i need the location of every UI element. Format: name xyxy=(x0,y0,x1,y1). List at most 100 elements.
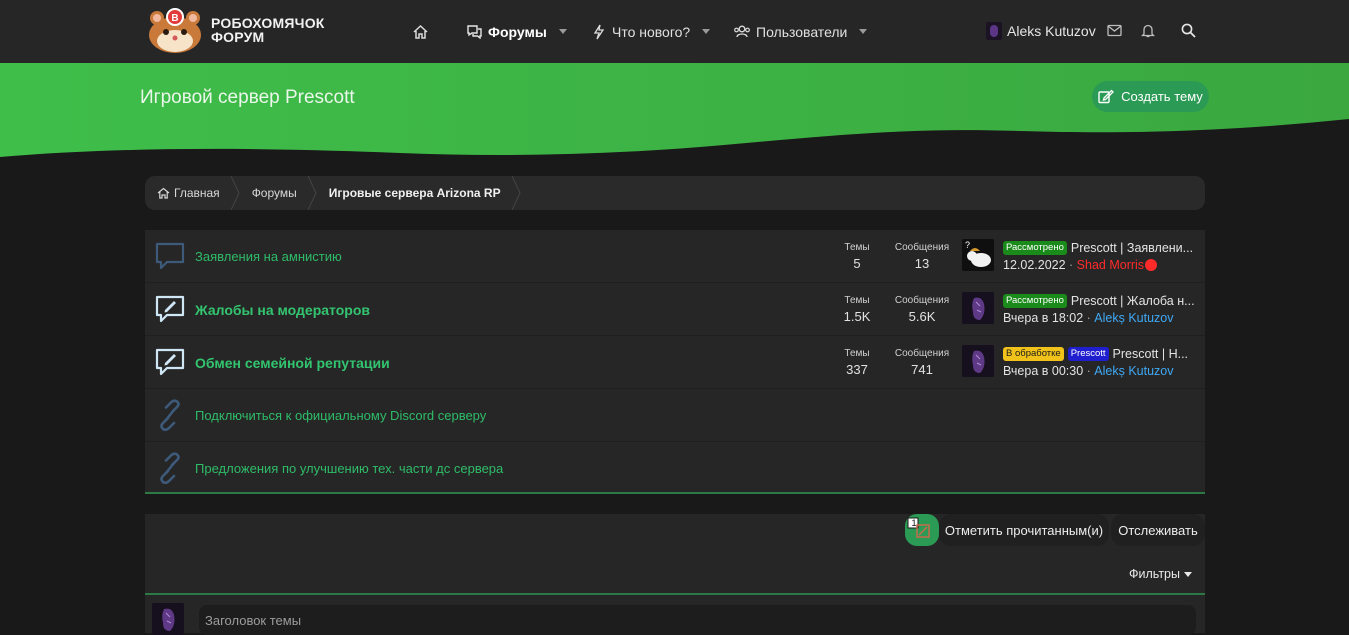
posts-count: 5.6K xyxy=(908,309,936,324)
last-post-meta: 12.02.2022 · Shad Morris xyxy=(1003,258,1158,272)
last-post-meta: Вчера в 18:02 · Alekș Kutuzov xyxy=(1003,311,1174,325)
status-dot-icon xyxy=(1145,259,1158,271)
status-badge: Рассмотрено xyxy=(1003,241,1067,255)
threads-stat: Темы 5 xyxy=(839,242,875,271)
last-post: Рассмотрено Prescott | Жалоба н... Вчера… xyxy=(962,292,1202,326)
threads-stat: Темы 1.5K xyxy=(839,295,875,324)
mark-read-button[interactable]: Отметить прочитанным(и) xyxy=(939,514,1109,546)
edit-icon xyxy=(1098,89,1115,104)
chat-edit-icon xyxy=(155,295,185,323)
link-icon xyxy=(160,399,180,431)
nav-whats-new[interactable]: Что нового? xyxy=(592,0,711,63)
threads-label: Темы xyxy=(844,295,870,306)
breadcrumb-current[interactable]: Игровые сервера Arizona RP xyxy=(309,176,521,210)
chevron-down-icon[interactable] xyxy=(558,29,567,34)
threads-count: 5 xyxy=(853,256,861,271)
status-badge: Рассмотрено xyxy=(1003,294,1067,308)
logo-text[interactable]: РОБОХОМЯЧОК ФОРУМ xyxy=(211,16,325,44)
filters-dropdown[interactable]: Фильтры xyxy=(1129,567,1192,581)
logo-title: РОБОХОМЯЧОК xyxy=(211,15,325,31)
link-icon xyxy=(160,452,180,484)
breadcrumb-home-label: Главная xyxy=(174,186,220,200)
thread-title-input[interactable] xyxy=(199,605,1196,635)
forum-title-link[interactable]: Жалобы на модераторов xyxy=(195,283,370,336)
breadcrumb: Главная Форумы Игровые сервера Arizona R… xyxy=(145,176,1205,210)
posts-stat: Сообщения 13 xyxy=(891,242,953,271)
comments-icon xyxy=(467,25,482,39)
logo-subtitle: ФОРУМ xyxy=(211,29,265,45)
envelope-icon[interactable] xyxy=(1107,24,1122,37)
bell-icon[interactable] xyxy=(1141,23,1155,38)
chevron-down-icon[interactable] xyxy=(859,29,868,34)
threads-count: 1.5K xyxy=(843,309,871,324)
watch-button[interactable]: Отслеживать xyxy=(1111,514,1205,546)
nav-forums-label: Форумы xyxy=(488,23,547,40)
chat-bubble-icon xyxy=(155,242,185,270)
status-badge: В обработке xyxy=(1003,347,1064,361)
filters-label: Фильтры xyxy=(1129,567,1180,581)
nav-whats-new-label: Что нового? xyxy=(612,23,691,40)
avatar[interactable] xyxy=(962,345,994,377)
bolt-icon xyxy=(593,24,605,39)
breadcrumb-home[interactable]: Главная xyxy=(145,176,240,210)
search-icon[interactable] xyxy=(1181,23,1196,38)
nav-forums[interactable]: Форумы xyxy=(466,0,567,63)
forum-title-link[interactable]: Заявления на амнистию xyxy=(195,230,342,283)
last-post-date[interactable]: Вчера в 18:02 xyxy=(1003,311,1083,325)
last-post-date[interactable]: 12.02.2022 xyxy=(1003,258,1066,272)
posts-label: Сообщения xyxy=(894,242,950,253)
top-navbar: B РОБОХОМЯЧОК ФОРУМ Форумы Что нового? П… xyxy=(0,0,1349,63)
last-post-date[interactable]: Вчера в 00:30 xyxy=(1003,364,1083,378)
last-post-title[interactable]: В обработке Prescott Prescott | Н... xyxy=(1003,346,1198,362)
forum-row: Заявления на амнистию Темы 5 Сообщения 1… xyxy=(145,230,1205,283)
posts-stat: Сообщения 5.6K xyxy=(891,295,953,324)
count-badge: 1 xyxy=(911,518,917,528)
forum-link-row: Предложения по улучшению тех. части дс с… xyxy=(145,442,1205,495)
last-post-title[interactable]: Рассмотрено Prescott | Жалоба н... xyxy=(1003,293,1198,309)
posts-count: 741 xyxy=(911,362,933,377)
threads-stat: Темы 337 xyxy=(839,348,875,377)
hero-banner xyxy=(0,63,1349,173)
create-thread-button[interactable]: Создать тему xyxy=(1092,81,1209,112)
avatar[interactable]: ? xyxy=(962,239,994,271)
threads-label: Темы xyxy=(844,242,870,253)
breadcrumb-forums-label: Форумы xyxy=(251,186,297,200)
user-menu[interactable]: Aleks Kutuzov xyxy=(986,22,1096,40)
breadcrumb-current-label: Игровые сервера Arizona RP xyxy=(328,186,501,200)
posts-label: Сообщения xyxy=(894,295,950,306)
divider xyxy=(145,593,1205,595)
breadcrumb-forums[interactable]: Форумы xyxy=(232,176,317,210)
last-post-user[interactable]: Shad Morris xyxy=(1077,258,1144,272)
last-post: ? Рассмотрено Prescott | Заявлени... 12.… xyxy=(962,239,1202,273)
users-icon xyxy=(734,25,750,38)
hamster-logo-icon[interactable]: B xyxy=(144,8,206,54)
posts-label: Сообщения xyxy=(894,348,950,359)
user-name: Aleks Kutuzov xyxy=(1007,23,1096,39)
forum-link-row: Подключиться к официальному Discord серв… xyxy=(145,389,1205,442)
forum-title-link[interactable]: Обмен семейной репутации xyxy=(195,336,390,389)
multi-select-toggle[interactable]: 1 xyxy=(905,514,939,546)
last-post-title-text: Prescott | Жалоба н... xyxy=(1070,294,1195,308)
chevron-down-icon[interactable] xyxy=(702,29,711,34)
last-post-user[interactable]: Alekș Kutuzov xyxy=(1094,364,1173,378)
forum-row: Жалобы на модераторов Темы 1.5K Сообщени… xyxy=(145,283,1205,336)
avatar[interactable] xyxy=(962,292,994,324)
page-title: Игровой сервер Prescott xyxy=(140,87,355,108)
nav-home[interactable] xyxy=(412,0,429,63)
forum-list: Заявления на амнистию Темы 5 Сообщения 1… xyxy=(145,230,1205,494)
last-post-meta: Вчера в 00:30 · Alekș Kutuzov xyxy=(1003,364,1174,378)
server-badge: Prescott xyxy=(1067,347,1109,361)
avatar[interactable] xyxy=(152,603,184,635)
last-post-title-text: Prescott | Н... xyxy=(1112,347,1189,361)
last-post-title-text: Prescott | Заявлени... xyxy=(1070,241,1194,255)
forum-title-link[interactable]: Предложения по улучшению тех. части дс с… xyxy=(195,442,503,495)
forum-title-link[interactable]: Подключиться к официальному Discord серв… xyxy=(195,389,486,442)
create-thread-label: Создать тему xyxy=(1121,89,1203,104)
last-post-title[interactable]: Рассмотрено Prescott | Заявлени... xyxy=(1003,240,1198,256)
nav-members[interactable]: Пользователи xyxy=(733,0,868,63)
breadcrumb-separator xyxy=(511,176,521,210)
avatar xyxy=(986,22,1002,40)
last-post-user[interactable]: Alekș Kutuzov xyxy=(1094,311,1173,325)
forum-row: Обмен семейной репутации Темы 337 Сообще… xyxy=(145,336,1205,389)
posts-count: 13 xyxy=(914,256,930,271)
